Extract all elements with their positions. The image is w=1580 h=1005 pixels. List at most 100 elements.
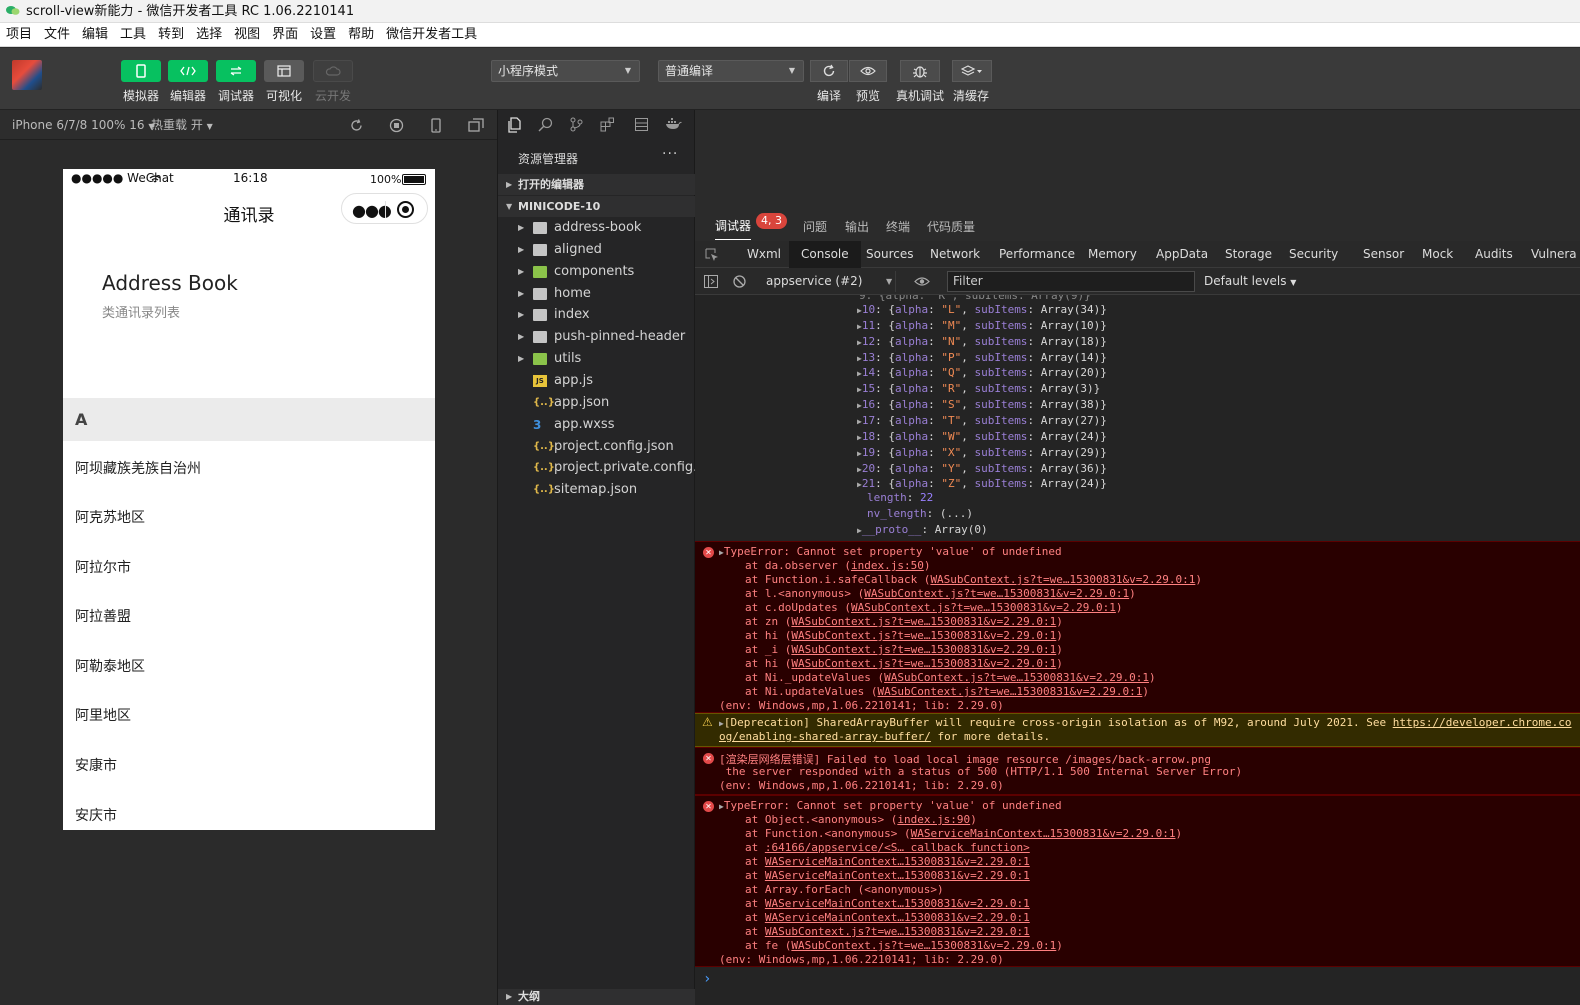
- search-icon[interactable]: [538, 117, 553, 132]
- tree-folder[interactable]: ▶ aligned: [498, 239, 696, 261]
- popout-icon[interactable]: [468, 118, 484, 133]
- reload-icon[interactable]: [349, 118, 364, 133]
- source-link[interactable]: WAServiceMainContext…15300831&v=2.29.0:1: [765, 855, 1030, 868]
- console-array-item[interactable]: ▶21: {alpha: "Z", subItems: Array(24)}: [857, 477, 1107, 490]
- city-list-item[interactable]: 阿克苏地区: [75, 507, 145, 527]
- menu-wechat-devtools[interactable]: 微信开发者工具: [380, 23, 483, 47]
- source-link[interactable]: WAServiceMainContext…15300831&v=2.29.0:1: [765, 911, 1030, 924]
- tree-file[interactable]: {..} project.private.config.js...: [498, 457, 720, 479]
- context-select[interactable]: appservice (#2) ▼: [758, 271, 896, 292]
- tree-folder[interactable]: ▶ address-book: [498, 217, 696, 239]
- tab-console[interactable]: Console: [789, 241, 861, 268]
- menu-project[interactable]: 项目: [0, 23, 38, 47]
- menu-edit[interactable]: 编辑: [76, 23, 114, 47]
- outline-section[interactable]: ▶ 大纲: [498, 989, 696, 1005]
- console-array-item[interactable]: ▶10: {alpha: "L", subItems: Array(34)}: [857, 303, 1107, 316]
- menu-settings[interactable]: 设置: [304, 23, 342, 47]
- files-icon[interactable]: [507, 117, 522, 133]
- tab-terminal[interactable]: 终端: [886, 213, 910, 241]
- source-link[interactable]: WASubContext.js?t=we…15300831&v=2.29.0:1: [864, 587, 1129, 600]
- console-prompt[interactable]: ›: [703, 971, 711, 987]
- source-link[interactable]: WASubContext.js?t=we…15300831&v=2.29.0:1: [791, 643, 1056, 656]
- tab-output[interactable]: 输出: [845, 213, 869, 241]
- warning-link[interactable]: og/enabling-shared-array-buffer/: [719, 730, 931, 743]
- tab-appdata[interactable]: AppData: [1156, 241, 1208, 268]
- city-list-item[interactable]: 安庆市: [75, 805, 117, 825]
- source-link[interactable]: WASubContext.js?t=we…15300831&v=2.29.0:1: [884, 671, 1149, 684]
- source-link[interactable]: WASubContext.js?t=we…15300831&v=2.29.0:1: [791, 615, 1056, 628]
- more-actions-icon[interactable]: ···: [662, 146, 678, 162]
- city-list-item[interactable]: 阿里地区: [75, 705, 131, 725]
- menu-interface[interactable]: 界面: [266, 23, 304, 47]
- error-headline[interactable]: ▶TypeError: Cannot set property 'value' …: [719, 799, 1062, 812]
- console-array-item[interactable]: ▶12: {alpha: "N", subItems: Array(18)}: [857, 335, 1107, 348]
- source-link[interactable]: WASubContext.js?t=we…15300831&v=2.29.0:1: [930, 573, 1195, 586]
- tab-wxml[interactable]: Wxml: [747, 241, 781, 268]
- tree-folder[interactable]: ▶ index: [498, 304, 696, 326]
- source-control-icon[interactable]: [569, 117, 584, 132]
- console-array-item[interactable]: ▶15: {alpha: "R", subItems: Array(3)}: [857, 382, 1100, 395]
- tree-folder[interactable]: ▶ push-pinned-header: [498, 326, 696, 348]
- city-list-item[interactable]: 阿拉善盟: [75, 606, 131, 626]
- source-link[interactable]: index.js:50: [851, 559, 924, 572]
- avatar[interactable]: [12, 60, 42, 90]
- tree-file[interactable]: {..} sitemap.json: [498, 479, 696, 501]
- preview-button[interactable]: [849, 60, 887, 82]
- eye-icon[interactable]: [914, 276, 930, 287]
- menu-select[interactable]: 选择: [190, 23, 228, 47]
- console-array-item[interactable]: ▶13: {alpha: "P", subItems: Array(14)}: [857, 351, 1107, 364]
- tree-file[interactable]: JS app.js: [498, 370, 696, 392]
- console-array-item[interactable]: ▶11: {alpha: "M", subItems: Array(10)}: [857, 319, 1107, 332]
- tab-vulnerability[interactable]: Vulnera: [1531, 241, 1577, 268]
- visual-toggle-button[interactable]: [264, 60, 304, 82]
- source-link[interactable]: WAServiceMainContext…15300831&v=2.29.0:1: [765, 869, 1030, 882]
- source-link[interactable]: :64166/appservice/<S… callback function>: [765, 841, 1030, 854]
- menu-goto[interactable]: 转到: [152, 23, 190, 47]
- console-array-item[interactable]: ▶19: {alpha: "X", subItems: Array(29)}: [857, 446, 1107, 459]
- cloud-dev-button[interactable]: [313, 60, 353, 82]
- source-link[interactable]: WASubContext.js?t=we…15300831&v=2.29.0:1: [765, 925, 1030, 938]
- source-link[interactable]: WASubContext.js?t=we…15300831&v=2.29.0:1: [791, 629, 1056, 642]
- clear-console-icon[interactable]: [733, 275, 746, 288]
- tree-folder[interactable]: ▶ components: [498, 261, 696, 283]
- console-array-item[interactable]: ▶18: {alpha: "W", subItems: Array(24)}: [857, 430, 1107, 443]
- phone-icon[interactable]: [430, 118, 442, 133]
- log-levels-select[interactable]: Default levels ▼: [1204, 268, 1296, 296]
- compile-button[interactable]: [810, 60, 848, 82]
- tab-sources[interactable]: Sources: [866, 241, 913, 268]
- menu-file[interactable]: 文件: [38, 23, 76, 47]
- menu-view[interactable]: 视图: [228, 23, 266, 47]
- stop-icon[interactable]: [389, 118, 404, 133]
- device-select[interactable]: iPhone 6/7/8 100% 16 ▼: [12, 110, 155, 142]
- tab-audits[interactable]: Audits: [1475, 241, 1513, 268]
- source-link[interactable]: index.js:90: [897, 813, 970, 826]
- tab-memory[interactable]: Memory: [1088, 241, 1137, 268]
- tab-code-quality[interactable]: 代码质量: [927, 213, 975, 241]
- tab-debugger[interactable]: 调试器: [715, 213, 752, 240]
- source-link[interactable]: WASubContext.js?t=we…15300831&v=2.29.0:1: [877, 685, 1142, 698]
- close-target-icon[interactable]: [397, 201, 414, 218]
- city-list-item[interactable]: 安康市: [75, 755, 117, 775]
- layout-panel-icon[interactable]: [634, 117, 649, 132]
- inspect-element-icon[interactable]: [705, 248, 719, 262]
- warning-link[interactable]: https://developer.chrome.co: [1393, 716, 1572, 729]
- project-section[interactable]: ▼ MINICODE-10: [498, 196, 696, 217]
- city-list-item[interactable]: 阿坝藏族羌族自治州: [75, 458, 201, 478]
- tab-mock[interactable]: Mock: [1422, 241, 1453, 268]
- menu-help[interactable]: 帮助: [342, 23, 380, 47]
- simulator-toggle-button[interactable]: [121, 60, 161, 82]
- tree-file[interactable]: {..} app.json: [498, 392, 696, 414]
- source-link[interactable]: WAServiceMainContext…15300831&v=2.29.0:1: [911, 827, 1176, 840]
- compile-mode-select[interactable]: 普通编译 ▼: [658, 60, 804, 82]
- hot-reload-toggle[interactable]: 热重载 开 ▼: [151, 110, 213, 142]
- tree-file[interactable]: {..} project.config.json: [498, 436, 696, 458]
- error-headline[interactable]: ▶TypeError: Cannot set property 'value' …: [719, 545, 1062, 558]
- docker-icon[interactable]: [665, 117, 682, 131]
- city-list-item[interactable]: 阿勒泰地区: [75, 656, 145, 676]
- menu-tools[interactable]: 工具: [114, 23, 152, 47]
- capsule-menu[interactable]: ●●●: [341, 193, 428, 224]
- source-link[interactable]: WASubContext.js?t=we…15300831&v=2.29.0:1: [791, 657, 1056, 670]
- tab-security[interactable]: Security: [1289, 241, 1338, 268]
- console-proto[interactable]: ▶__proto__: Array(0): [857, 523, 988, 536]
- tab-performance[interactable]: Performance: [999, 241, 1075, 268]
